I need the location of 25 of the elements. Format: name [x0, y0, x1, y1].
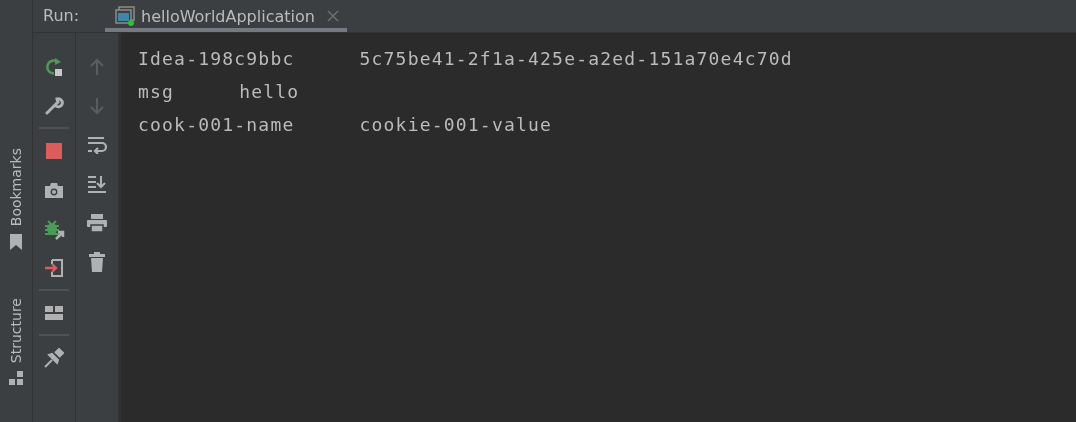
camera-icon[interactable]	[44, 180, 64, 199]
application-icon	[115, 6, 135, 26]
output-value: hello	[239, 81, 300, 102]
output-key: Idea-198c9bbc	[138, 48, 295, 69]
output-value: 5c75be41-2f1a-425e-a2ed-151a70e4c70d	[359, 48, 793, 69]
output-key: cook-001-name	[138, 114, 295, 135]
layout-icon[interactable]	[44, 304, 64, 321]
tool-window-tab[interactable]: Structure	[8, 298, 24, 364]
stop-icon[interactable]	[46, 142, 62, 159]
wrench-icon[interactable]	[44, 95, 64, 116]
soft-wrap-icon[interactable]	[87, 135, 107, 154]
trash-icon[interactable]	[89, 251, 105, 272]
exit-icon[interactable]	[44, 257, 64, 278]
output-value: cookie-001-value	[359, 114, 553, 135]
bug-icon[interactable]	[43, 217, 65, 240]
output-key: msg	[138, 81, 175, 102]
run-label: Run:	[42, 5, 81, 27]
run-tab[interactable]: helloWorldApplication	[105, 0, 347, 32]
structure-icon[interactable]	[9, 371, 23, 386]
rerun-icon[interactable]	[44, 56, 64, 77]
scroll-to-end-icon[interactable]	[87, 174, 107, 193]
bookmark-icon[interactable]	[9, 234, 23, 251]
tool-window-tab[interactable]: Bookmarks	[8, 148, 24, 227]
print-icon[interactable]	[86, 213, 108, 232]
pin-icon[interactable]	[44, 347, 64, 368]
